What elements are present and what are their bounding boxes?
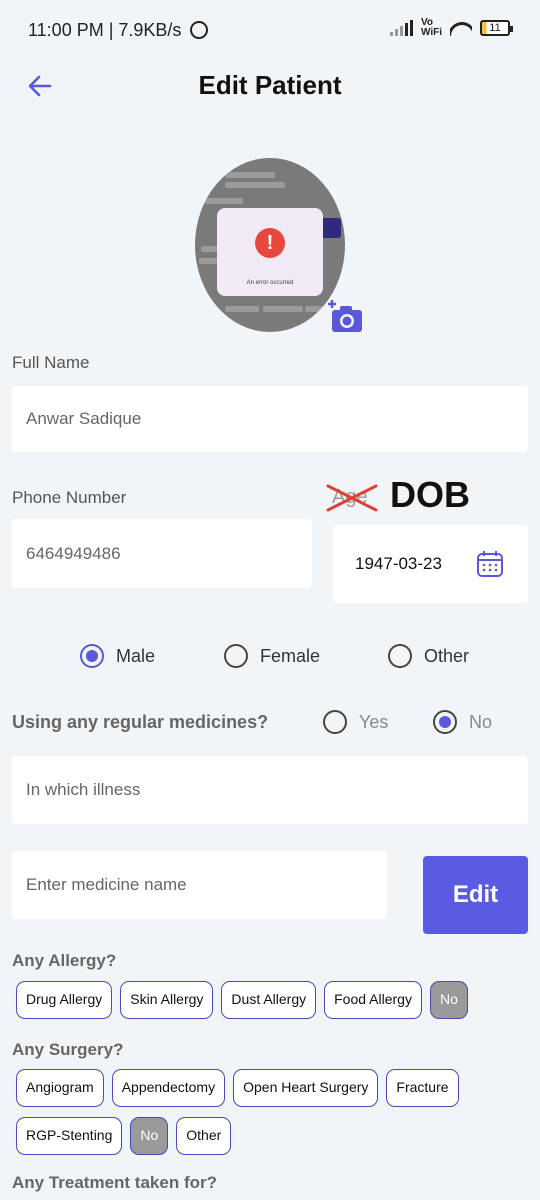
gender-label-other: Other [424,645,470,666]
gender-label-female: Female [260,645,321,666]
phone-field[interactable]: 6464949486 [12,519,312,588]
dob-label-group: Age DOB [324,474,474,518]
surgery-chip-rgp-stenting[interactable]: RGP-Stenting [16,1117,123,1155]
surgery-chip-other[interactable]: Other [176,1117,232,1155]
calendar-icon[interactable] [476,550,504,578]
battery-icon: 11 [480,20,513,36]
full-name-label: Full Name [12,353,90,372]
alarm-icon [190,21,208,39]
error-icon: ! [255,228,285,258]
surgery-chip-fracture[interactable]: Fracture [386,1069,459,1107]
phone-value: 6464949486 [26,543,121,563]
surgery-chip-no[interactable]: No [130,1117,169,1155]
radio-selected-icon [433,710,457,734]
radio-unselected-icon [323,710,347,734]
status-time: 11:00 PM | 7.9KB/s [28,20,182,40]
allergy-chip-drug[interactable]: Drug Allergy [16,981,113,1019]
allergy-chip-food[interactable]: Food Allergy [324,981,422,1019]
medicine-name-input[interactable]: Enter medicine name [12,851,387,919]
edit-medicine-button[interactable]: Edit [423,856,528,934]
signal-icon [389,20,413,36]
page-title: Edit Patient [198,70,342,100]
medicines-label-yes: Yes [359,711,389,732]
error-dialog: ! An error occurred [217,208,323,296]
dob-field[interactable]: 1947-03-23 [333,525,528,603]
allergy-label: Any Allergy? [12,951,117,970]
surgery-label: Any Surgery? [12,1040,124,1059]
gender-radio-male[interactable]: Male [80,644,155,668]
patient-photo[interactable]: ! An error occurred [195,158,345,332]
surgery-chip-appendectomy[interactable]: Appendectomy [111,1069,226,1107]
treatment-label: Any Treatment taken for? [12,1173,217,1192]
gender-radio-other[interactable]: Other [388,644,469,668]
full-name-value: Anwar Sadique [26,409,142,428]
surgery-chips: Angiogram Appendectomy Open Heart Surger… [16,1069,526,1155]
medicines-label-no: No [469,711,493,732]
radio-unselected-icon [224,644,248,668]
wifi-icon [450,20,472,36]
dob-value: 1947-03-23 [355,554,442,573]
allergy-chip-dust[interactable]: Dust Allergy [221,981,317,1019]
dob-label: DOB [390,474,470,515]
medicines-question: Using any regular medicines? [12,712,269,732]
error-text: An error occurred [246,280,294,286]
status-icons: Vo WiFi 11 [389,17,513,38]
strike-cross-icon [326,484,378,512]
gender-label-male: Male [116,645,156,666]
illness-placeholder: In which illness [26,780,141,799]
photo-ghost-button [321,218,341,238]
medicines-radio-no[interactable]: No [433,710,492,734]
surgery-chip-angiogram[interactable]: Angiogram [16,1069,104,1107]
radio-selected-icon [80,644,104,668]
radio-unselected-icon [388,644,412,668]
allergy-chip-skin[interactable]: Skin Allergy [120,981,214,1019]
medicine-placeholder: Enter medicine name [26,875,187,894]
surgery-chip-open-heart[interactable]: Open Heart Surgery [233,1069,379,1107]
allergy-chip-no[interactable]: No [429,981,468,1019]
add-photo-camera-icon[interactable] [326,298,364,334]
illness-input[interactable]: In which illness [12,756,528,824]
vowifi-icon: Vo WiFi [420,17,442,38]
allergy-chips: Drug Allergy Skin Allergy Dust Allergy F… [16,981,526,1019]
medicines-radio-yes[interactable]: Yes [323,710,388,734]
status-bar: 11:00 PM | 7.9KB/s Vo WiFi 11 [0,0,540,62]
phone-label: Phone Number [12,488,127,507]
full-name-field[interactable]: Anwar Sadique [12,386,528,452]
gender-radio-female[interactable]: Female [224,644,320,668]
